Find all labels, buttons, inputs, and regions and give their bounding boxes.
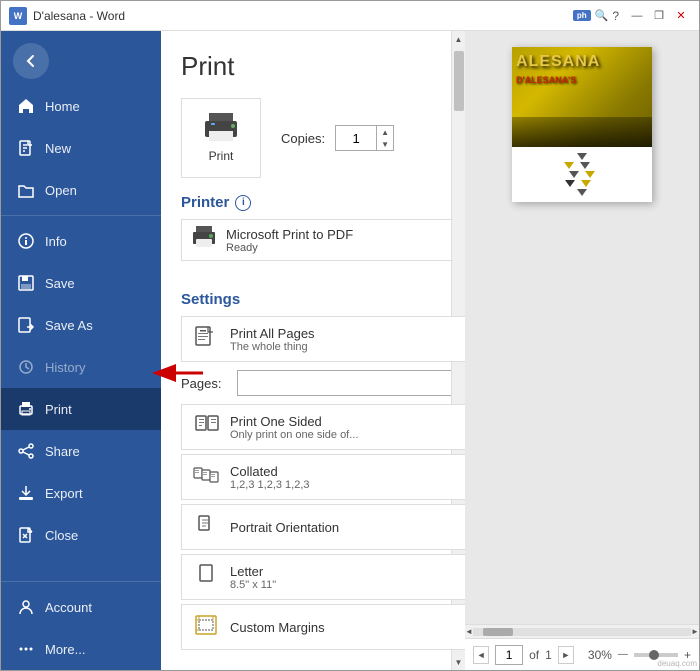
account-icon [17, 598, 35, 616]
copies-label: Copies: [281, 131, 325, 146]
copies-up[interactable]: ▲ [377, 126, 393, 138]
sidebar: Home New Open [1, 31, 161, 670]
print-sidebar-icon [17, 400, 35, 418]
zoom-minus-icon: — [618, 649, 628, 660]
preview-image: ALESANA D'ALESANA'S [512, 47, 652, 147]
info-circle-icon [17, 232, 35, 250]
minimize-button[interactable]: — [627, 6, 647, 26]
preview-vine [512, 147, 652, 202]
sidebar-bottom: Account More... [1, 577, 161, 670]
watermark: deuaq.com [657, 659, 697, 668]
preview-sheet: ALESANA D'ALESANA'S [512, 47, 652, 202]
copies-row: Copies: 1 ▲ ▼ [281, 125, 394, 151]
app-window: W D'alesana - Word ph 🔍 ? — ❐ ✕ [0, 0, 700, 671]
title-bar: W D'alesana - Word ph 🔍 ? — ❐ ✕ [1, 1, 699, 31]
save-as-icon [17, 316, 35, 334]
paper-icon [190, 561, 222, 593]
printer-info-icon[interactable]: i [235, 195, 251, 211]
h-scroll-left[interactable]: ◄ [465, 627, 473, 637]
export-icon [17, 484, 35, 502]
help-button[interactable]: ? [612, 9, 619, 23]
scroll-down-button[interactable]: ▼ [452, 654, 466, 670]
preview-band-name: ALESANA [516, 53, 648, 71]
margins-icon [190, 611, 222, 643]
close-doc-icon [17, 526, 35, 544]
save-icon [17, 274, 35, 292]
main-layout: Home New Open [1, 31, 699, 670]
collated-icon [190, 461, 222, 493]
page-of-label: of [529, 648, 539, 662]
history-icon [17, 358, 35, 376]
sidebar-item-export[interactable]: Export [1, 472, 161, 514]
orientation-icon [190, 511, 222, 543]
print-button[interactable]: Print [181, 98, 261, 178]
h-scroll-thumb[interactable] [483, 628, 513, 636]
zoom-slider[interactable] [634, 653, 678, 657]
h-scroll-right[interactable]: ► [691, 627, 699, 637]
red-arrow-annotation [148, 358, 208, 388]
scroll-up-button[interactable]: ▲ [452, 31, 466, 47]
printer-icon [190, 226, 218, 254]
copies-input[interactable]: 1 [336, 131, 376, 146]
home-icon [17, 97, 35, 115]
share-icon [17, 442, 35, 460]
close-button[interactable]: ✕ [671, 6, 691, 26]
print-button-label: Print [209, 149, 234, 163]
sidebar-item-info[interactable]: Info [1, 220, 161, 262]
page-number-input[interactable] [495, 645, 523, 665]
sidebar-item-account[interactable]: Account [1, 586, 161, 628]
back-button[interactable] [13, 43, 49, 79]
print-preview: ALESANA D'ALESANA'S [465, 31, 699, 670]
ph-logo: ph [573, 10, 591, 21]
sidebar-item-open[interactable]: Open [1, 169, 161, 211]
restore-button[interactable]: ❐ [649, 6, 669, 26]
window-controls: — ❐ ✕ [627, 6, 691, 26]
zoom-percent-label: 30% [588, 648, 612, 662]
search-icon: 🔍 [595, 9, 609, 22]
sidebar-item-history[interactable]: History [1, 346, 161, 388]
new-doc-icon [17, 139, 35, 157]
title-bar-text: D'alesana - Word [33, 9, 125, 23]
zoom-thumb[interactable] [649, 650, 659, 660]
open-icon [17, 181, 35, 199]
sidebar-item-new[interactable]: New [1, 127, 161, 169]
more-icon [17, 640, 35, 658]
sidebar-item-save-as[interactable]: Save As [1, 304, 161, 346]
printer-large-icon [201, 113, 241, 143]
copies-down[interactable]: ▼ [377, 138, 393, 150]
page-total: 1 [545, 648, 552, 662]
preview-band-sub: D'ALESANA'S [516, 75, 648, 85]
sidebar-item-home[interactable]: Home [1, 85, 161, 127]
sides-icon [190, 411, 222, 443]
page-next-button[interactable]: ► [558, 646, 574, 664]
sidebar-item-print[interactable]: Print [1, 388, 161, 430]
sidebar-item-more[interactable]: More... [1, 628, 161, 670]
sidebar-item-share[interactable]: Share [1, 430, 161, 472]
sidebar-item-close[interactable]: Close [1, 514, 161, 556]
scroll-thumb[interactable] [454, 51, 464, 111]
sidebar-item-save[interactable]: Save [1, 262, 161, 304]
preview-h-scrollbar[interactable]: ◄ ► [465, 624, 699, 638]
app-icon: W [9, 7, 27, 25]
pages-icon [190, 323, 222, 355]
page-prev-button[interactable]: ◄ [473, 646, 489, 664]
